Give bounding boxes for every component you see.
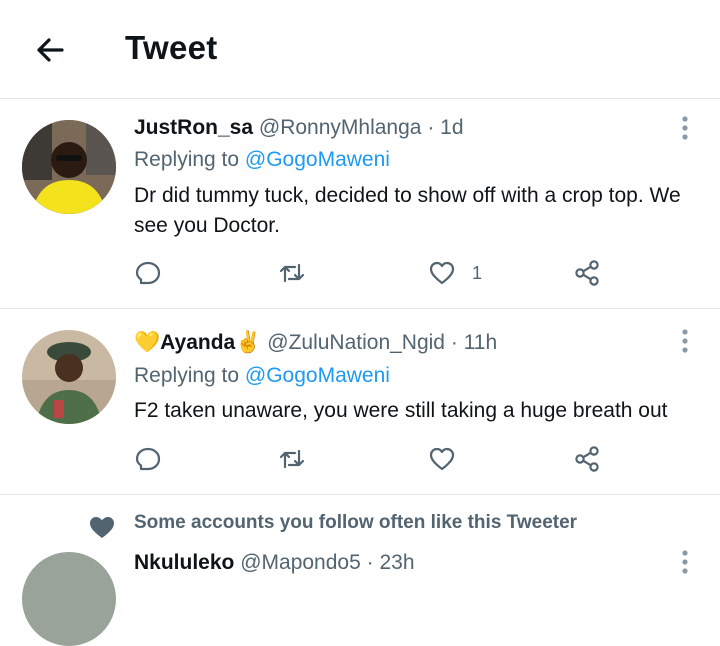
display-name[interactable]: Ayanda bbox=[160, 331, 235, 354]
avatar[interactable] bbox=[22, 330, 116, 424]
replying-to-label: Replying to bbox=[134, 148, 240, 171]
more-vertical-icon[interactable] bbox=[676, 114, 694, 144]
like-button[interactable]: 1 bbox=[428, 256, 482, 290]
tweet-meta: 💛Ayanda✌ @ZuluNation_Ngid · 11h bbox=[134, 331, 497, 355]
comment-icon bbox=[135, 447, 161, 471]
more-vertical-icon[interactable] bbox=[676, 327, 694, 357]
replying-to-label: Replying to bbox=[134, 364, 240, 387]
retweet-icon bbox=[279, 449, 305, 469]
comment-icon bbox=[135, 261, 161, 285]
retweet-button[interactable] bbox=[278, 256, 306, 290]
tweet-text: F2 taken unaware, you were still taking … bbox=[134, 399, 668, 422]
share-icon bbox=[575, 446, 599, 472]
avatar[interactable] bbox=[22, 552, 116, 646]
replying-to: Replying to @GogoMaweni bbox=[134, 148, 390, 172]
timestamp[interactable]: 11h bbox=[464, 331, 497, 354]
heart-filled-icon bbox=[90, 517, 114, 538]
mention-link[interactable]: @GogoMaweni bbox=[245, 364, 390, 387]
heart-icon bbox=[429, 447, 455, 471]
display-name[interactable]: JustRon_sa bbox=[134, 116, 253, 139]
separator-dot: · bbox=[427, 116, 435, 139]
yellow-heart-icon: 💛 bbox=[134, 331, 161, 354]
timestamp[interactable]: 1d bbox=[440, 116, 463, 139]
share-button[interactable] bbox=[574, 442, 602, 476]
social-context: Some accounts you follow often like this… bbox=[134, 512, 578, 533]
mention-link[interactable]: @GogoMaweni bbox=[245, 148, 390, 171]
page-title: Tweet bbox=[125, 29, 218, 66]
tweet-meta: JustRon_sa @RonnyMhlanga · 1d bbox=[134, 116, 464, 140]
like-button[interactable] bbox=[428, 442, 456, 476]
tweet-meta: Nkululeko @Mapondo5 · 23h bbox=[134, 551, 415, 575]
more-vertical-icon[interactable] bbox=[676, 548, 694, 578]
replying-to: Replying to @GogoMaweni bbox=[134, 364, 390, 388]
reply-button[interactable] bbox=[134, 256, 162, 290]
share-icon bbox=[575, 260, 599, 286]
action-bar bbox=[134, 442, 614, 476]
arrow-left-icon[interactable] bbox=[30, 30, 70, 70]
avatar[interactable] bbox=[22, 120, 116, 214]
user-handle[interactable]: @RonnyMhlanga bbox=[259, 116, 422, 139]
heart-icon bbox=[429, 261, 455, 285]
separator-dot: · bbox=[450, 331, 458, 354]
retweet-icon bbox=[279, 263, 305, 283]
like-count: 1 bbox=[472, 262, 483, 283]
reply-button[interactable] bbox=[134, 442, 162, 476]
divider bbox=[0, 494, 720, 495]
retweet-button[interactable] bbox=[278, 442, 306, 476]
header-bar: Tweet bbox=[0, 0, 720, 99]
divider bbox=[0, 308, 720, 309]
tweet-text: Dr did tummy tuck, decided to show off w… bbox=[134, 184, 681, 237]
victory-hand-icon: ✌ bbox=[235, 331, 262, 354]
share-button[interactable] bbox=[574, 256, 602, 290]
action-bar: 1 bbox=[134, 256, 614, 290]
user-handle[interactable]: @ZuluNation_Ngid bbox=[267, 331, 445, 354]
